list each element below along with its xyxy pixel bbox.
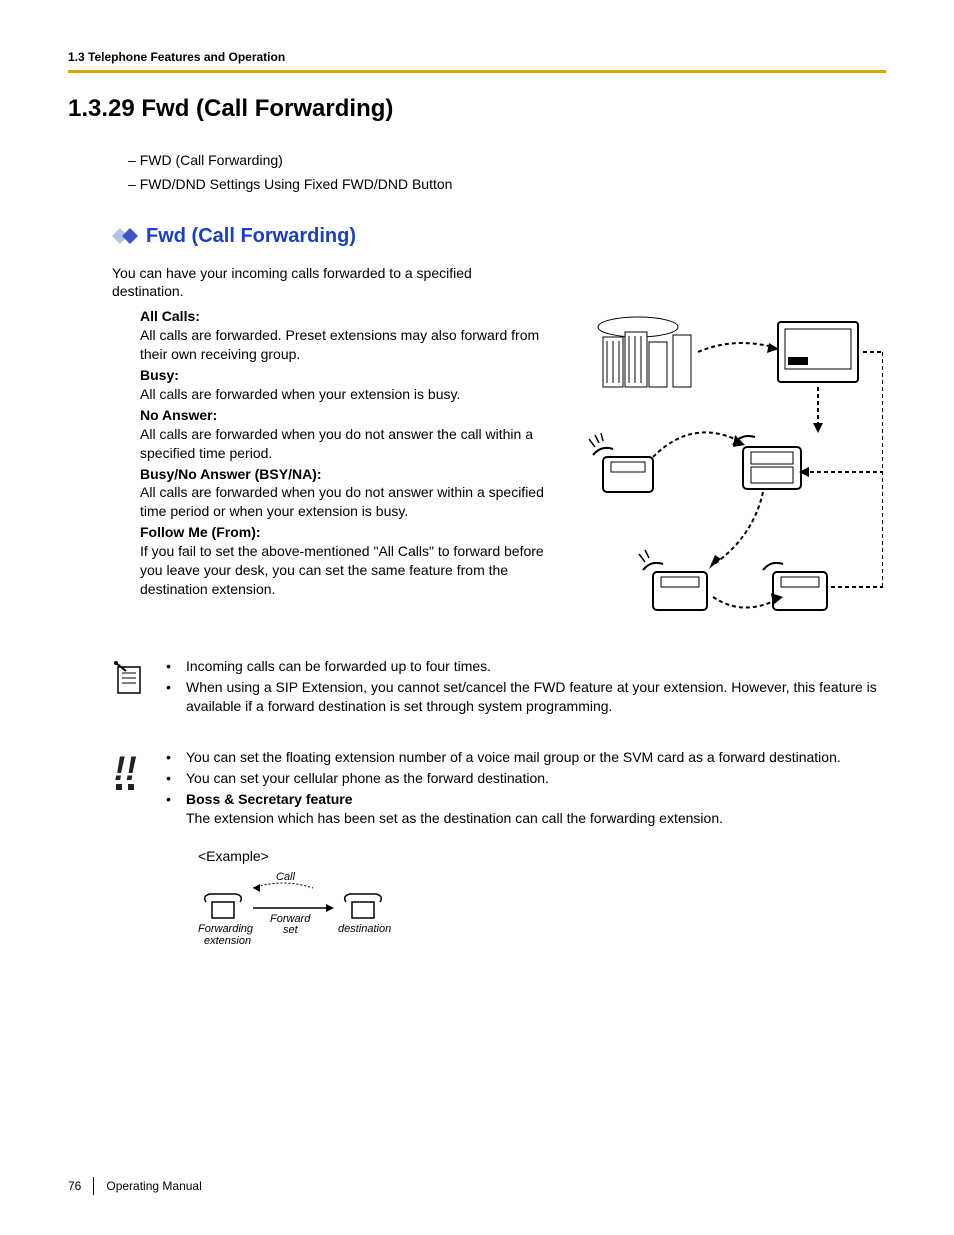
header-rule xyxy=(68,70,886,73)
footer-manual: Operating Manual xyxy=(106,1179,201,1193)
svg-text:destination: destination xyxy=(338,923,391,935)
def-body: All calls are forwarded when you do not … xyxy=(140,425,560,463)
note-icon xyxy=(112,657,148,702)
page-number: 76 xyxy=(68,1179,81,1193)
note-list-2: •You can set the floating extension numb… xyxy=(166,748,841,830)
intro-text: You can have your incoming calls forward… xyxy=(112,264,542,302)
example-label: <Example> xyxy=(198,848,886,864)
svg-text:extension: extension xyxy=(204,935,251,947)
def-title: Busy/No Answer (BSY/NA): xyxy=(140,466,322,482)
def-body: All calls are forwarded. Preset extensio… xyxy=(140,326,560,364)
def-title: Follow Me (From): xyxy=(140,524,261,540)
diamond-icon xyxy=(112,228,138,244)
example-diagram: Call Forward set Forwarding extension de… xyxy=(198,870,886,965)
page-title: 1.3.29 Fwd (Call Forwarding) xyxy=(68,95,886,123)
note-item: You can set your cellular phone as the f… xyxy=(186,769,841,788)
footer-divider xyxy=(93,1177,94,1195)
boss-title: Boss & Secretary feature xyxy=(186,791,353,807)
note-item: When using a SIP Extension, you cannot s… xyxy=(186,678,886,716)
toc: FWD (Call Forwarding) FWD/DND Settings U… xyxy=(128,149,886,197)
svg-text:Forwarding: Forwarding xyxy=(198,923,254,935)
note-item: Incoming calls can be forwarded up to fo… xyxy=(186,657,886,676)
footer: 76 Operating Manual xyxy=(68,1177,202,1195)
def-title: No Answer: xyxy=(140,407,217,423)
svg-text:set: set xyxy=(283,924,299,936)
note-item: You can set the floating extension numbe… xyxy=(186,748,841,767)
toc-item: FWD (Call Forwarding) xyxy=(128,149,886,173)
sub-heading: Fwd (Call Forwarding) xyxy=(146,225,356,248)
def-title: Busy: xyxy=(140,367,179,383)
boss-body: The extension which has been set as the … xyxy=(186,810,723,826)
definition-list: All Calls: All calls are forwarded. Pres… xyxy=(140,307,560,627)
toc-item: FWD/DND Settings Using Fixed FWD/DND But… xyxy=(128,173,886,197)
call-label: Call xyxy=(276,871,296,883)
def-title: All Calls: xyxy=(140,308,200,324)
def-body: All calls are forwarded when you do not … xyxy=(140,483,560,521)
svg-text:!!: !! xyxy=(114,750,137,788)
def-body: All calls are forwarded when your extens… xyxy=(140,385,560,404)
header-breadcrumb: 1.3 Telephone Features and Operation xyxy=(68,50,886,64)
note-list-1: •Incoming calls can be forwarded up to f… xyxy=(166,657,886,718)
forwarding-diagram xyxy=(580,307,886,627)
important-icon: !! xyxy=(112,748,148,797)
def-body: If you fail to set the above-mentioned "… xyxy=(140,542,560,599)
